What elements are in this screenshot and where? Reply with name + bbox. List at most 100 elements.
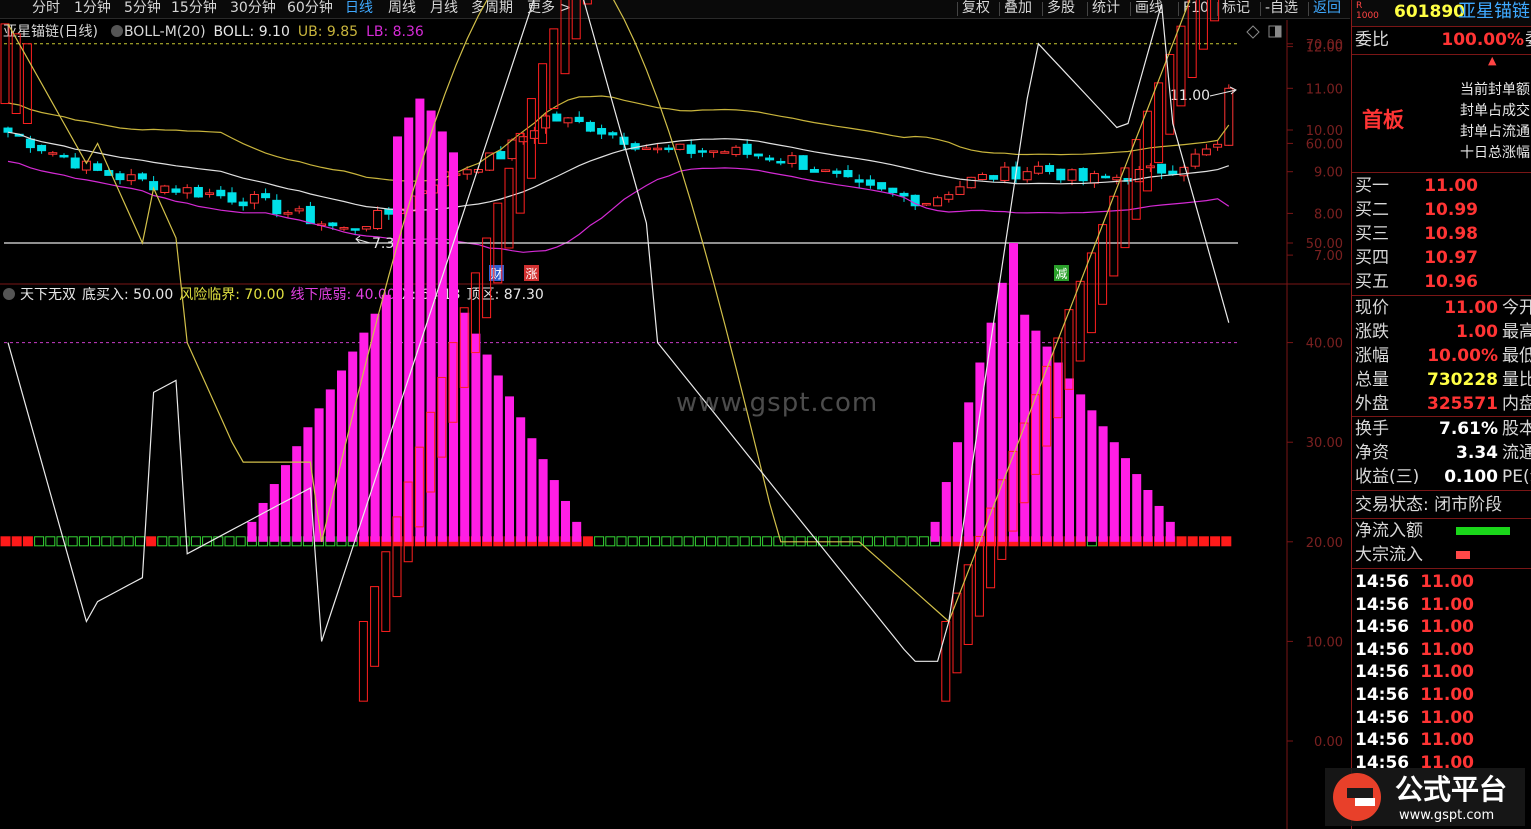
- book-label: 买二: [1355, 200, 1389, 220]
- signal-bar: [1075, 280, 1085, 362]
- quote-extra-label: 流通: [1502, 443, 1531, 463]
- tick-price: 11.00: [1420, 730, 1474, 751]
- signal-bar: [1187, 0, 1197, 79]
- candle-body: [115, 173, 125, 181]
- candle-body: [541, 115, 551, 129]
- block-inflow-row: 大宗流入: [1352, 543, 1531, 567]
- candle-body: [933, 197, 943, 207]
- histogram-bar: [482, 354, 492, 542]
- legend-part: LB: 8.36: [366, 24, 424, 40]
- strip-cell: [918, 536, 929, 547]
- quote-extra-label: 股本: [1502, 419, 1531, 439]
- quote-label: 涨跌: [1355, 322, 1389, 342]
- price-axis-label: 9.00: [1314, 166, 1343, 181]
- histogram-bar: [1143, 490, 1153, 542]
- legend-part: 天下无双: [20, 287, 76, 303]
- candle-body: [888, 187, 898, 194]
- weibi-value: 100.00%: [1441, 30, 1524, 50]
- tick-price: 11.00: [1420, 662, 1474, 683]
- candle-body: [921, 202, 931, 206]
- strip-cell: [179, 536, 190, 547]
- strip-cell: [112, 536, 123, 547]
- histogram-bar: [370, 313, 380, 542]
- signal-bar: [1154, 82, 1164, 164]
- indicator-axis-label: 50.00: [1306, 237, 1343, 252]
- candle-body: [664, 147, 674, 151]
- book-row[interactable]: 买五 10.96: [1352, 270, 1531, 294]
- candle-body: [843, 170, 853, 178]
- strip-cell: [605, 536, 616, 547]
- trade-status: 交易状态: 闭市阶段: [1355, 495, 1503, 515]
- histogram-bar: [303, 427, 313, 542]
- stock-header[interactable]: R 1000 601890 亚星锚链: [1352, 0, 1531, 26]
- strip-cell: [862, 536, 873, 547]
- price-axis-label: 8.00: [1314, 207, 1343, 222]
- signal-bar: [571, 0, 581, 40]
- candle-body: [37, 144, 47, 152]
- signal-bar: [963, 564, 973, 645]
- signal-bar: [11, 33, 21, 115]
- tick-row: 14:56 11.00: [1352, 638, 1531, 662]
- chart-area[interactable]: 12.0011.0010.009.008.007.0080.0070.0060.…: [0, 0, 1350, 829]
- strip-cell: [650, 536, 661, 547]
- quote-extra-label: 今开: [1502, 298, 1531, 318]
- candle-body: [753, 153, 763, 157]
- book-row[interactable]: 买四 10.97: [1352, 246, 1531, 270]
- strip-cell: [146, 536, 157, 547]
- quote-row: 涨跌 1.00最高: [1352, 320, 1531, 344]
- book-row[interactable]: 买二 10.99: [1352, 198, 1531, 222]
- badge-top: R: [1356, 1, 1363, 11]
- quote-value: 7.61%: [1439, 419, 1498, 439]
- book-row[interactable]: 买三 10.98: [1352, 222, 1531, 246]
- candle-body: [227, 192, 237, 203]
- signal-bar: [504, 167, 514, 249]
- legend-part: BOLL-M(20): [124, 24, 206, 40]
- histogram-bar: [381, 294, 391, 542]
- stock-badge: R 1000: [1356, 1, 1379, 21]
- strip-cell: [1187, 536, 1198, 547]
- logo-text: 公式平台: [1395, 773, 1507, 806]
- legend-part: 亚星锚链(日线): [3, 24, 98, 40]
- book-price: 10.97: [1424, 248, 1478, 268]
- quote-value: 10.00%: [1427, 346, 1498, 366]
- tick-price: 11.00: [1420, 707, 1474, 728]
- candle-body: [1101, 175, 1111, 179]
- candle-body: [697, 150, 707, 153]
- signal-bar: [1198, 0, 1208, 50]
- quote-label: 外盘: [1355, 394, 1389, 414]
- board-item: 当前封单额: [1460, 82, 1530, 98]
- quote-row: 涨幅 10.00%最低: [1352, 344, 1531, 368]
- strip-cell: [168, 536, 179, 547]
- signal-bar: [549, 28, 559, 110]
- histogram-bar: [505, 396, 514, 542]
- gspt-logo: 公式平台 www.gspt.com: [1325, 768, 1525, 826]
- badge-bottom: 1000: [1356, 11, 1379, 21]
- legend-part: UB: 9.85: [298, 24, 358, 40]
- histogram-bar: [359, 332, 369, 542]
- candle-body: [473, 168, 483, 173]
- watermark: www.gspt.com: [676, 388, 879, 418]
- quote-label: 净资: [1355, 443, 1389, 463]
- book-row[interactable]: 买一 11.00: [1352, 174, 1531, 198]
- histogram-bar: [269, 484, 279, 542]
- signal-bar: [358, 620, 368, 702]
- candle-body: [1000, 166, 1010, 181]
- legend-part: 线下底弱: 40.00: [291, 287, 396, 303]
- window-icon-fill: [1275, 26, 1281, 37]
- arrow-icon: [355, 235, 371, 244]
- candle-body: [552, 113, 562, 122]
- histogram-bar: [493, 375, 503, 542]
- histogram-bar: [1076, 394, 1086, 542]
- quote-row: 外盘 325571内盘: [1352, 392, 1531, 416]
- signal-bar: [1086, 252, 1096, 334]
- strip-cell: [0, 536, 11, 547]
- candle-body: [765, 157, 775, 161]
- candle-body: [216, 189, 226, 197]
- signal-bar: [1064, 309, 1074, 390]
- tick-time: 14:56: [1355, 730, 1410, 751]
- candle-body: [137, 173, 147, 180]
- collapse-icon[interactable]: ▲: [1488, 54, 1496, 67]
- signal-bar: [370, 586, 380, 667]
- strip-cell: [123, 536, 134, 547]
- candle-body: [731, 146, 741, 156]
